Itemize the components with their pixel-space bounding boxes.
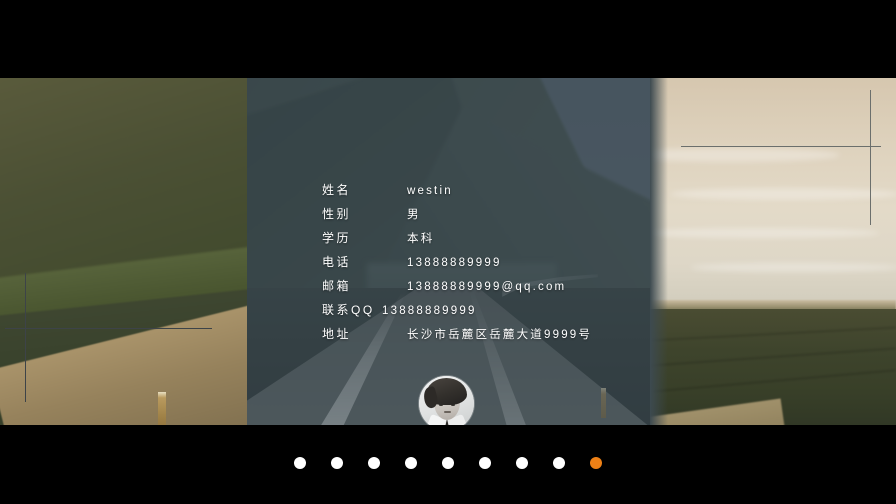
info-value-gender: 男 [407, 209, 421, 221]
info-label-email: 邮箱 [322, 279, 352, 293]
right-photo-cloud-2 [670, 188, 896, 200]
right-photo-left-edge-shadow [650, 78, 668, 425]
pagination-dot-4[interactable] [405, 457, 417, 469]
info-label-qq: 联系QQ [322, 303, 375, 317]
pagination-dot-1[interactable] [294, 457, 306, 469]
profile-info-list: 姓名 westin 性别 男 学历 本科 电话 13888889999 邮箱 1… [322, 181, 622, 349]
info-row-name: 姓名 westin [322, 181, 622, 205]
info-row-qq: 联系QQ 13888889999 [322, 301, 622, 325]
info-value-qq: 13888889999 [382, 305, 477, 317]
info-label-phone: 电话 [322, 255, 352, 269]
avatar-mouth [444, 411, 451, 413]
left-background-photo [0, 78, 247, 425]
pagination-dot-8[interactable] [553, 457, 565, 469]
info-value-email: 13888889999@qq.com [407, 281, 567, 293]
pagination-dots[interactable] [0, 452, 896, 474]
info-value-name: westin [407, 185, 453, 197]
info-row-phone: 电话 13888889999 [322, 253, 622, 277]
left-photo-roadside-post [158, 392, 166, 425]
info-label-education: 学历 [322, 231, 352, 245]
top-right-crosshair-horizontal [681, 146, 881, 147]
pagination-dot-2[interactable] [331, 457, 343, 469]
info-label-address: 地址 [322, 327, 352, 341]
info-value-phone: 13888889999 [407, 257, 502, 269]
pagination-dot-7[interactable] [516, 457, 528, 469]
info-label-name: 姓名 [322, 183, 352, 197]
top-right-crosshair-vertical [870, 90, 871, 225]
pagination-dot-5[interactable] [442, 457, 454, 469]
bottom-left-crosshair-horizontal [5, 328, 212, 329]
info-row-address: 地址 长沙市岳麓区岳麓大道9999号 [322, 325, 622, 349]
right-background-photo [650, 78, 896, 425]
info-value-address: 长沙市岳麓区岳麓大道9999号 [407, 329, 593, 341]
right-photo-cloud-4 [690, 263, 896, 272]
pagination-dot-3[interactable] [368, 457, 380, 469]
info-row-education: 学历 本科 [322, 229, 622, 253]
info-value-education: 本科 [407, 233, 435, 245]
info-row-email: 邮箱 13888889999@qq.com [322, 277, 622, 301]
slide-canvas: 姓名 westin 性别 男 学历 本科 电话 13888889999 邮箱 1… [0, 78, 896, 425]
info-row-gender: 性别 男 [322, 205, 622, 229]
right-photo-cloud-3 [650, 228, 880, 238]
slide-viewer: 姓名 westin 性别 男 学历 本科 电话 13888889999 邮箱 1… [0, 0, 896, 504]
pagination-dot-6[interactable] [479, 457, 491, 469]
pagination-dot-9-active[interactable] [590, 457, 602, 469]
avatar [419, 376, 474, 425]
bottom-left-crosshair-vertical [25, 273, 26, 402]
info-label-gender: 性别 [322, 207, 352, 221]
